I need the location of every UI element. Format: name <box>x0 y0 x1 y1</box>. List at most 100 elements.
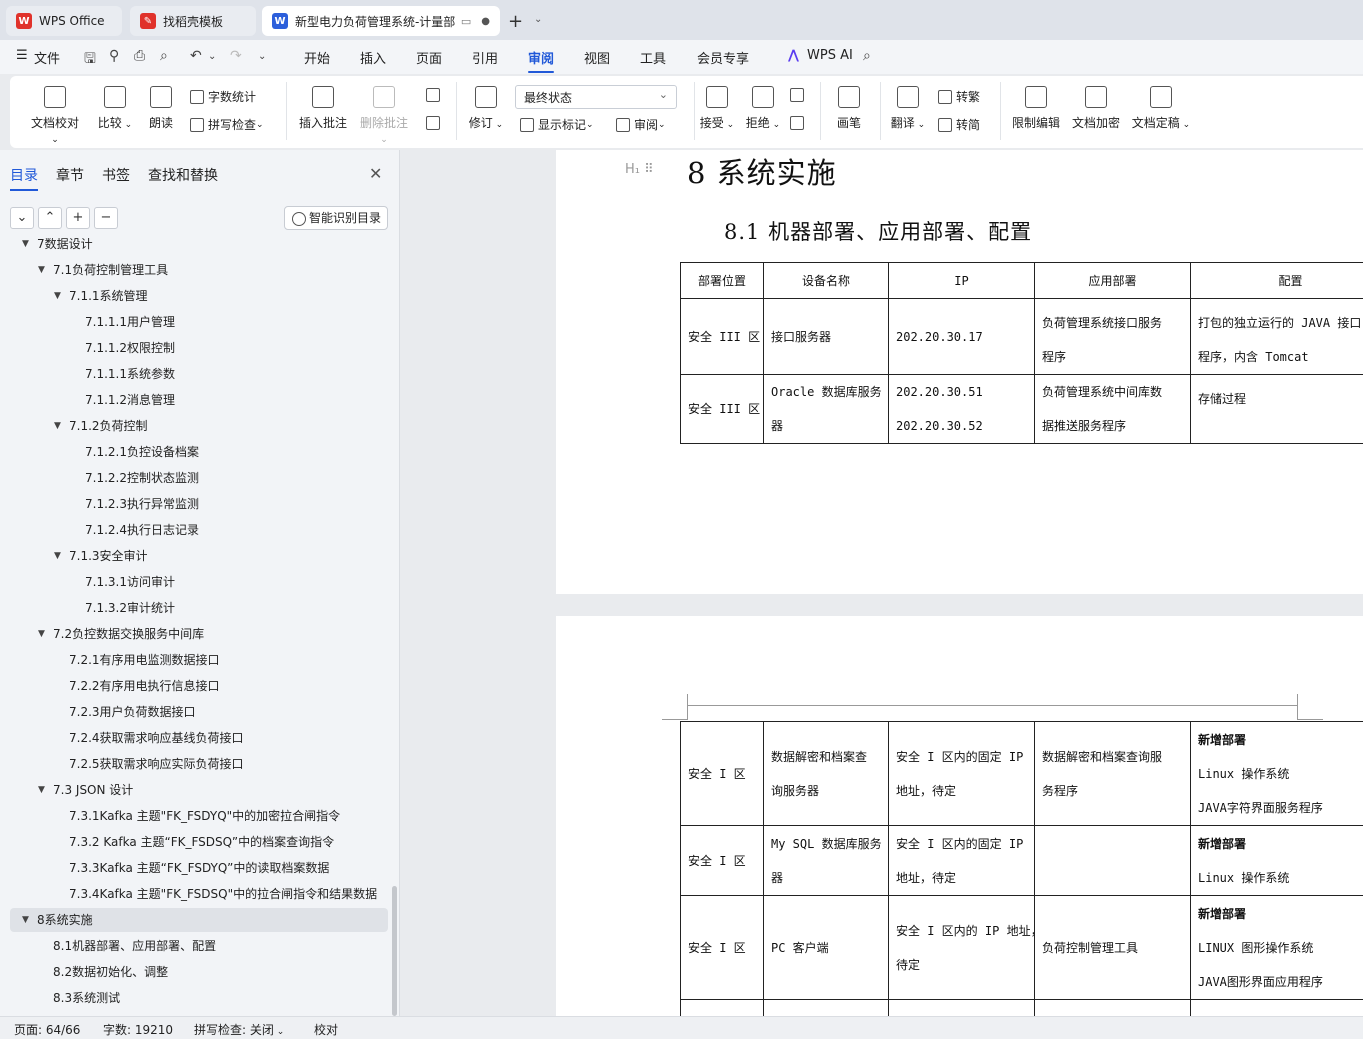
toc-item[interactable]: 7.2.5获取需求响应实际负荷接口 <box>0 752 392 776</box>
spell-check-status[interactable]: 拼写检查: 关闭 ⌄ <box>194 1021 284 1038</box>
table-cell[interactable]: 安全 I 区 <box>680 721 764 826</box>
nav-tab-toc[interactable]: 目录 <box>10 165 38 191</box>
toc-item[interactable]: 8.1机器部署、应用部署、配置 <box>0 934 392 958</box>
finalize-button[interactable]: 文档定稿 ⌄ <box>1130 86 1192 131</box>
translate-button[interactable]: 翻译 ⌄ <box>890 86 926 131</box>
menu-references[interactable]: 引用 <box>472 48 498 67</box>
toc-item[interactable]: 8.2数据初始化、调整 <box>0 960 392 984</box>
nav-tab-find-replace[interactable]: 查找和替换 <box>148 165 218 185</box>
expand-triangle-icon[interactable]: ▼ <box>38 258 45 282</box>
table-cell[interactable]: 安全 I 区内的固定 IP <box>888 999 1035 1016</box>
table-cell[interactable]: 负荷管理系统中间库数 据推送服务程序 <box>1034 374 1191 444</box>
pen-button[interactable]: 画笔 <box>834 86 864 131</box>
toc-item[interactable]: ▼ 8系统实施 <box>10 908 388 932</box>
spell-check-button[interactable]: 拼写检查 ⌄ <box>190 116 264 133</box>
nav-scrollbar[interactable] <box>392 886 397 1016</box>
add-heading-button[interactable]: + <box>66 207 90 229</box>
page-indicator[interactable]: 页面: 64/66 <box>14 1021 80 1038</box>
toc-item[interactable]: ▼ 7.1.3安全审计 <box>0 544 392 568</box>
next-change-icon[interactable] <box>790 116 808 130</box>
markup-state-select[interactable]: 最终状态 ⌄ <box>515 85 677 109</box>
previous-comment-icon[interactable] <box>426 88 444 102</box>
toc-item[interactable]: 7.1.1.2权限控制 <box>0 336 392 360</box>
menu-insert[interactable]: 插入 <box>360 48 386 67</box>
table-cell[interactable]: 安全 I 区 <box>680 895 764 1000</box>
table-cell[interactable]: 存储过程 <box>1190 374 1363 444</box>
expand-triangle-icon[interactable]: ▼ <box>54 414 61 438</box>
print-preview-icon[interactable]: ⌕ <box>160 48 168 64</box>
table-cell[interactable]: 数据解密和档案查询服 务程序 <box>1034 721 1191 826</box>
window-icon[interactable]: ▭ <box>461 15 471 28</box>
chevron-down-icon[interactable]: ⌄ <box>534 14 542 25</box>
search-icon[interactable]: ⌕ <box>863 48 871 64</box>
expand-triangle-icon[interactable]: ▼ <box>22 908 29 932</box>
print-icon[interactable]: ⎙ <box>134 48 145 64</box>
table-cell[interactable]: 新增部署 LINUX 图形操作系统 JAVA图形界面应用程序 <box>1190 895 1363 1000</box>
delete-comment-button[interactable]: 删除批注 ⌄ <box>358 86 410 145</box>
show-markup-button[interactable]: 显示标记 ⌄ <box>520 116 594 133</box>
unsaved-dot-icon[interactable]: ● <box>481 16 490 27</box>
toc-item[interactable]: 8.3系统测试 <box>0 986 392 1010</box>
menu-tools[interactable]: 工具 <box>640 48 666 67</box>
table-cell[interactable] <box>1034 825 1191 896</box>
menu-file[interactable]: 文件 <box>34 48 60 67</box>
toc-item[interactable]: 7.1.2.2控制状态监测 <box>0 466 392 490</box>
table-cell[interactable]: 202.20.30.51 202.20.30.52 <box>888 374 1035 444</box>
toc-item[interactable]: ▼ 7数据设计 <box>0 238 392 256</box>
share-icon[interactable]: ⚲ <box>109 48 119 64</box>
table-cell[interactable]: 负荷控制管理工具 <box>1034 895 1191 1000</box>
proofread-status[interactable]: 校对 <box>314 1021 338 1038</box>
menu-icon[interactable]: ☰ <box>16 48 28 63</box>
next-comment-icon[interactable] <box>426 116 444 130</box>
table-cell[interactable]: 202.20.30.17 <box>888 298 1035 375</box>
review-pane-button[interactable]: 审阅 ⌄ <box>616 116 666 133</box>
save-icon[interactable]: 🖫 <box>84 48 96 72</box>
word-count-indicator[interactable]: 字数: 19210 <box>103 1021 173 1038</box>
toc-item[interactable]: 7.2.2有序用电执行信息接口 <box>0 674 392 698</box>
toc-item[interactable]: ▼ 7.3 JSON 设计 <box>0 778 392 802</box>
table-cell[interactable] <box>1034 999 1191 1016</box>
undo-icon[interactable]: ↶ <box>190 48 202 64</box>
table-cell[interactable]: 新增部署 <box>1190 999 1363 1016</box>
previous-change-icon[interactable] <box>790 88 808 102</box>
word-count-button[interactable]: 字数统计 <box>190 88 256 105</box>
accept-button[interactable]: 接受 ⌄ <box>698 86 736 131</box>
tab-docer-templates[interactable]: ✎ 找稻壳模板 <box>130 6 256 36</box>
toc-item[interactable]: 7.1.3.1访问审计 <box>0 570 392 594</box>
to-simplified-button[interactable]: 转简 <box>938 116 980 133</box>
menu-wps-ai[interactable]: WPS AI <box>807 48 853 63</box>
table-cell[interactable]: 打包的独立运行的 JAVA 接口 程序，内含 Tomcat <box>1190 298 1363 375</box>
menu-review[interactable]: 审阅 <box>528 48 555 73</box>
toc-item[interactable]: 7.1.2.1负控设备档案 <box>0 440 392 464</box>
menu-member[interactable]: 会员专享 <box>697 48 749 67</box>
track-changes-button[interactable]: 修订 ⌄ <box>466 86 506 131</box>
table-header-cell[interactable]: 配置 <box>1190 262 1363 299</box>
toc-item[interactable]: 7.2.4获取需求响应基线负荷接口 <box>0 726 392 750</box>
nav-tab-sections[interactable]: 章节 <box>56 165 84 185</box>
read-aloud-button[interactable]: 朗读 <box>146 86 176 131</box>
expand-all-button[interactable]: ⌄ <box>10 207 34 229</box>
smart-toc-button[interactable]: 智能识别目录 <box>284 206 388 230</box>
table-cell[interactable]: 安全 III 区 <box>680 298 764 375</box>
toc-item[interactable]: 7.1.1.2消息管理 <box>0 388 392 412</box>
table-cell[interactable] <box>680 999 764 1016</box>
expand-triangle-icon[interactable]: ▼ <box>22 238 29 256</box>
close-icon[interactable]: ✕ <box>369 164 382 183</box>
toc-item[interactable]: ▼ 7.1.1系统管理 <box>0 284 392 308</box>
table-cell[interactable]: 安全 III 区 <box>680 374 764 444</box>
table-header-cell[interactable]: 设备名称 <box>763 262 889 299</box>
expand-triangle-icon[interactable]: ▼ <box>54 284 61 308</box>
table-header-cell[interactable]: 部署位置 <box>680 262 764 299</box>
doc-check-button[interactable]: 文档校对 ⌄ <box>28 86 82 145</box>
toc-item[interactable]: 7.1.1.1用户管理 <box>0 310 392 334</box>
collapse-up-button[interactable]: ⌃ <box>38 207 62 229</box>
menu-view[interactable]: 视图 <box>584 48 610 67</box>
menu-page[interactable]: 页面 <box>416 48 442 67</box>
remove-heading-button[interactable]: − <box>94 207 118 229</box>
table-header-cell[interactable]: IP <box>888 262 1035 299</box>
compare-button[interactable]: 比较 ⌄ <box>96 86 134 131</box>
new-tab-plus-icon[interactable]: + <box>508 11 523 32</box>
table-header-cell[interactable]: 应用部署 <box>1034 262 1191 299</box>
expand-triangle-icon[interactable]: ▼ <box>38 622 45 646</box>
deployment-table[interactable]: 部署位置 设备名称 IP 应用部署 配置 安全 III 区接口服务器 202.20.30.1… <box>680 262 1363 444</box>
